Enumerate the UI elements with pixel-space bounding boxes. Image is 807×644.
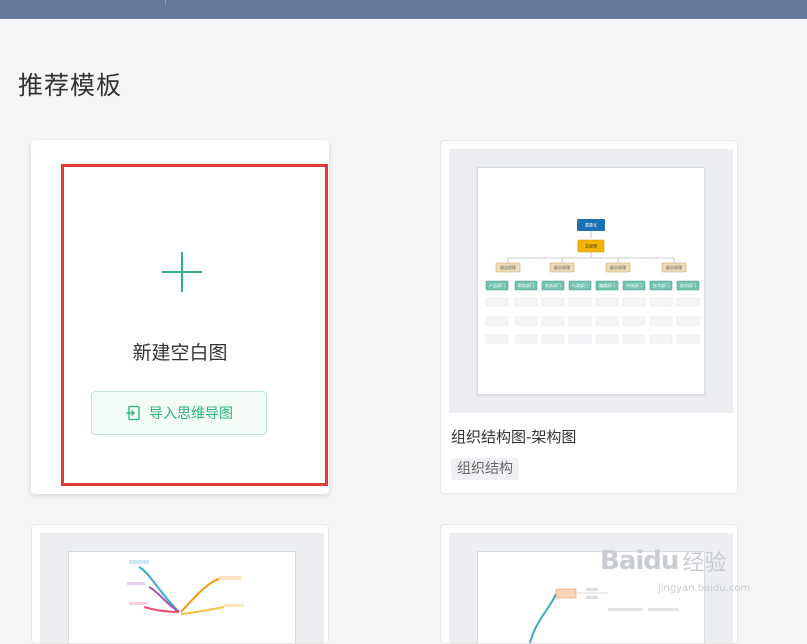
org-dept-node: 产品部门 bbox=[485, 280, 509, 291]
org-staff-node bbox=[676, 297, 700, 307]
org-staff-node bbox=[485, 334, 509, 344]
org-staff-node bbox=[541, 297, 565, 307]
svg-text:总经理: 总经理 bbox=[585, 243, 597, 249]
org-staff-node bbox=[568, 334, 592, 344]
org-staff-node bbox=[622, 334, 646, 344]
svg-text:副总经理: 副总经理 bbox=[666, 264, 682, 270]
svg-text:副总经理: 副总经理 bbox=[554, 264, 570, 270]
svg-text:技术部门: 技术部门 bbox=[653, 282, 669, 288]
template-card-org-chart[interactable]: 董事长总经理 副总经理 副总经理 副总经理 副总经理 产品部门 财务部门 财务部门 行政部门… bbox=[440, 140, 738, 494]
template-tag[interactable]: 组织结构 bbox=[451, 458, 519, 480]
org-staff-node bbox=[541, 334, 565, 344]
svg-text:财务部门: 财务部门 bbox=[518, 282, 534, 288]
svg-text:产品部门: 产品部门 bbox=[489, 282, 505, 288]
org-staff-node bbox=[568, 316, 592, 326]
org-staff-node bbox=[649, 316, 673, 326]
org-staff-node bbox=[514, 316, 538, 326]
top-bar-divider bbox=[165, 0, 166, 5]
svg-text:副总经理: 副总经理 bbox=[500, 264, 516, 270]
org-staff-node bbox=[595, 316, 619, 326]
org-staff-node bbox=[676, 316, 700, 326]
org-staff-node bbox=[485, 297, 509, 307]
import-mindmap-label: 导入思维导图 bbox=[149, 406, 233, 422]
svg-text:财务部门: 财务部门 bbox=[545, 282, 561, 288]
mindmap-preview bbox=[127, 560, 244, 615]
org-dept-node: 技术部门 bbox=[649, 280, 673, 291]
svg-text:副总经理: 副总经理 bbox=[610, 264, 626, 270]
template-thumbnail[interactable]: 董事长总经理 副总经理 副总经理 副总经理 副总经理 产品部门 财务部门 财务部门 行政部门… bbox=[449, 149, 733, 413]
svg-text:综合部门: 综合部门 bbox=[680, 282, 696, 288]
section-title: 推荐模板 bbox=[18, 71, 123, 100]
org-staff-node bbox=[514, 297, 538, 307]
org-staff-node bbox=[595, 334, 619, 344]
svg-text:编辑部门: 编辑部门 bbox=[599, 282, 615, 288]
org-dept-node: 市场部门 bbox=[622, 280, 646, 291]
org-level2-node: 副总经理 bbox=[661, 262, 687, 273]
org-level2-node: 副总经理 bbox=[549, 262, 575, 273]
plus-icon[interactable] bbox=[162, 252, 202, 292]
org-staff-node bbox=[649, 297, 673, 307]
org-chart-preview: 董事长总经理 副总经理 副总经理 副总经理 副总经理 产品部门 财务部门 财务部门 行政部门… bbox=[485, 219, 700, 344]
org-staff-node bbox=[485, 316, 509, 326]
import-icon bbox=[126, 405, 140, 421]
watermark-brand-en: Baidu bbox=[600, 546, 679, 576]
template-title[interactable]: 组织结构图-架构图 bbox=[451, 426, 576, 447]
svg-text:行政部门: 行政部门 bbox=[572, 282, 588, 288]
import-mindmap-button[interactable]: 导入思维导图 bbox=[91, 391, 267, 435]
org-staff-node bbox=[649, 334, 673, 344]
org-level2-node: 副总经理 bbox=[605, 262, 631, 273]
top-bar bbox=[0, 0, 807, 19]
org-staff-node bbox=[622, 316, 646, 326]
org-staff-node bbox=[541, 316, 565, 326]
new-blank-card[interactable]: 新建空白图 导入思维导图 bbox=[31, 140, 329, 494]
svg-text:市场部门: 市场部门 bbox=[626, 282, 642, 288]
template-card-mindmap[interactable] bbox=[31, 524, 329, 644]
svg-text:董事长: 董事长 bbox=[585, 222, 597, 228]
org-dept-node: 财务部门 bbox=[541, 280, 565, 291]
org-dept-node: 编辑部门 bbox=[595, 280, 619, 291]
thumbnail-paper bbox=[68, 551, 296, 643]
watermark-brand-cn: 经验 bbox=[682, 551, 727, 576]
thumbnail-paper: 董事长总经理 副总经理 副总经理 副总经理 副总经理 产品部门 财务部门 财务部门 行政部门… bbox=[477, 167, 705, 395]
org-dept-node: 行政部门 bbox=[568, 280, 592, 291]
watermark: Baidu 经验 jingyan.baidu.com bbox=[600, 545, 750, 594]
org-staff-node bbox=[595, 297, 619, 307]
watermark-url: jingyan.baidu.com bbox=[658, 583, 751, 594]
template-thumbnail[interactable] bbox=[40, 533, 324, 643]
new-blank-label[interactable]: 新建空白图 bbox=[31, 338, 329, 365]
annotation-highlight-box bbox=[61, 164, 328, 486]
org-root-node: 董事长 bbox=[577, 219, 605, 231]
org-level2-node: 副总经理 bbox=[495, 262, 521, 273]
org-staff-node bbox=[568, 297, 592, 307]
org-dept-node: 综合部门 bbox=[676, 280, 700, 291]
org-staff-node bbox=[676, 334, 700, 344]
org-staff-node bbox=[514, 334, 538, 344]
org-level1-node: 总经理 bbox=[577, 239, 605, 253]
org-staff-node bbox=[622, 297, 646, 307]
org-dept-node: 财务部门 bbox=[514, 280, 538, 291]
